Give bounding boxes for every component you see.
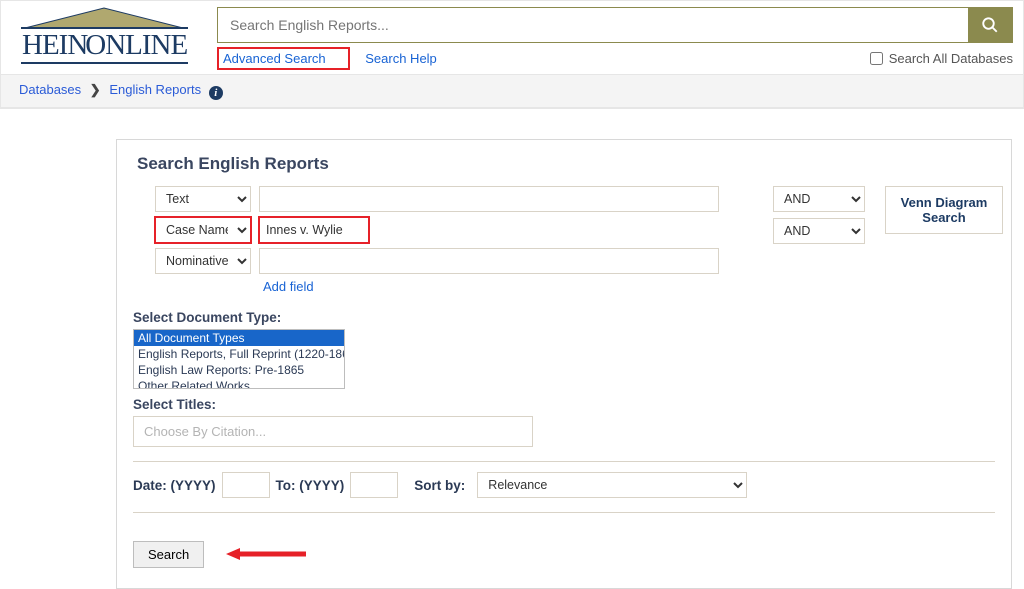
- panel-title: Search English Reports: [137, 154, 995, 174]
- venn-diagram-search-button[interactable]: Venn DiagramSearch: [885, 186, 1003, 234]
- sort-by-label: Sort by:: [414, 478, 465, 493]
- boolean-op-select-2[interactable]: AND: [773, 218, 865, 244]
- separator: [133, 461, 995, 462]
- sort-by-select[interactable]: Relevance: [477, 472, 747, 498]
- field-value-input-1[interactable]: [259, 186, 719, 212]
- global-search-button[interactable]: [968, 8, 1012, 42]
- advanced-search-panel: Search English Reports Text Case Name No…: [116, 139, 1012, 589]
- field-value-input-3[interactable]: [259, 248, 719, 274]
- heinonline-logo[interactable]: HEINONLINE: [19, 7, 189, 53]
- add-field-link[interactable]: Add field: [263, 279, 314, 294]
- breadcrumb-current[interactable]: English Reports: [109, 82, 201, 97]
- global-search-box[interactable]: [217, 7, 1013, 43]
- date-from-input[interactable]: [222, 472, 270, 498]
- global-search-input[interactable]: [218, 8, 968, 42]
- info-icon[interactable]: i: [209, 86, 223, 100]
- advanced-search-link[interactable]: Advanced Search: [223, 51, 326, 66]
- chevron-right-icon: ❯: [90, 82, 101, 97]
- doc-type-label: Select Document Type:: [133, 310, 995, 325]
- breadcrumb: Databases ❯ English Reports i: [1, 74, 1023, 108]
- list-item[interactable]: Other Related Works: [134, 378, 344, 389]
- search-help-link[interactable]: Search Help: [365, 51, 437, 66]
- date-from-label: Date: (YYYY): [133, 478, 216, 493]
- date-to-input[interactable]: [350, 472, 398, 498]
- field-type-select-1[interactable]: Text: [155, 186, 251, 212]
- field-type-select-2[interactable]: Case Name: [155, 217, 251, 243]
- date-to-label: To: (YYYY): [276, 478, 345, 493]
- doc-type-listbox[interactable]: All Document Types English Reports, Full…: [133, 329, 345, 389]
- search-icon: [981, 16, 999, 34]
- boolean-op-select-1[interactable]: AND: [773, 186, 865, 212]
- field-type-select-3[interactable]: Nominative C: [155, 248, 251, 274]
- field-value-input-2[interactable]: [259, 217, 369, 243]
- arrow-left-icon: [226, 546, 306, 565]
- breadcrumb-root[interactable]: Databases: [19, 82, 81, 97]
- list-item[interactable]: English Law Reports: Pre-1865: [134, 362, 344, 378]
- list-item[interactable]: English Reports, Full Reprint (1220-1867…: [134, 346, 344, 362]
- list-item[interactable]: All Document Types: [134, 330, 344, 346]
- search-button[interactable]: Search: [133, 541, 204, 568]
- titles-label: Select Titles:: [133, 397, 995, 412]
- separator: [133, 512, 995, 513]
- titles-citation-input[interactable]: Choose By Citation...: [133, 416, 533, 447]
- search-all-label: Search All Databases: [889, 51, 1013, 66]
- search-all-databases-checkbox[interactable]: [870, 52, 883, 65]
